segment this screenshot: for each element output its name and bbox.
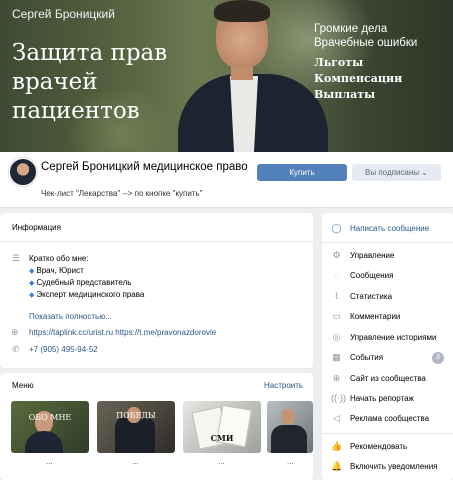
text-lines-icon: ☰ — [12, 253, 21, 263]
info-heading: Информация — [12, 223, 61, 232]
sidebar-item-ads[interactable]: ◁ Реклама сообщества — [322, 411, 453, 427]
cover-right-serif: Выплаты — [314, 88, 376, 101]
message-bubble-icon: ◯ — [331, 223, 342, 233]
sidebar-item-comments[interactable]: ▭ Комментарии — [322, 309, 453, 325]
about-item: ◆ Эксперт медицинского права — [29, 290, 145, 299]
sidebar-item-messages[interactable]: ◌ Сообщения — [322, 268, 453, 284]
phone-link[interactable]: +7 (905) 495-94-52 — [29, 345, 98, 354]
divider — [322, 242, 453, 243]
diamond-icon: ◆ — [29, 292, 35, 299]
status-text[interactable]: Чек-лист "Лекарства" --> по кнопке "купи… — [41, 189, 203, 198]
megaphone-icon: ◁ — [333, 413, 340, 423]
write-message-button[interactable]: ◯ Написать сообщение — [322, 221, 453, 237]
show-more-link[interactable]: Показать полностью... — [29, 312, 112, 321]
cover-top-name: Сергей Броницкий — [12, 7, 115, 21]
sidebar-item-manage[interactable]: ⚙ Управление — [322, 248, 453, 264]
cover-right-serif: Компенсации — [314, 72, 403, 85]
menu-item-caption: ... — [46, 457, 53, 466]
diamond-icon: ◆ — [29, 280, 35, 287]
sidebar-item-events[interactable]: ▦ События 3 — [322, 350, 453, 366]
diamond-icon: ◆ — [29, 268, 35, 275]
menu-item-fourth[interactable] — [267, 401, 313, 453]
divider — [0, 241, 313, 242]
comments-icon: ▭ — [332, 311, 341, 321]
menu-item-about[interactable]: ОБО МНЕ — [11, 401, 89, 453]
notifications-button[interactable]: 🔔 Включить уведомления — [322, 459, 453, 475]
sidebar-item-site[interactable]: ⊕ Сайт из сообщества — [322, 371, 453, 387]
broadcast-icon: ((·)) — [331, 393, 346, 403]
sidebar-item-broadcast[interactable]: ((·)) Начать репортаж — [322, 391, 453, 407]
cover-title-line: Защита прав — [12, 40, 168, 66]
avatar[interactable] — [9, 158, 37, 186]
stats-icon: ⌇ — [334, 291, 339, 301]
divider — [322, 433, 453, 434]
cover-right-line: Врачебные ошибки — [314, 37, 418, 49]
sidebar-item-stats[interactable]: ⌇ Статистика — [322, 289, 453, 305]
chat-icon: ◌ — [333, 270, 340, 280]
stories-icon: ◎ — [332, 332, 341, 342]
profile-header: Сергей Броницкий медицинское право Чек-л… — [0, 152, 453, 208]
page-title: Сергей Броницкий медицинское право — [41, 161, 248, 173]
info-card: Информация ☰ Кратко обо мне: ◆ Врач, Юрис… — [0, 213, 313, 368]
about-intro: Кратко обо мне: — [29, 254, 89, 263]
phone-icon: ✆ — [12, 344, 20, 354]
menu-item-caption: ... — [218, 457, 225, 466]
cover-image: Сергей Броницкий Защита прав врачей паци… — [0, 0, 453, 152]
menu-item-caption: ... — [287, 457, 294, 466]
globe-icon: ⊕ — [11, 327, 19, 337]
menu-item-media[interactable]: СМИ — [183, 401, 261, 453]
bell-icon: 🔔 — [331, 461, 343, 471]
cover-right-line: Громкие дела — [314, 23, 388, 35]
events-icon: ▦ — [332, 352, 341, 362]
menu-item-caption: ... — [132, 457, 139, 466]
community-sidebar: ◯ Написать сообщение ⚙ Управление ◌ Сооб… — [322, 213, 453, 480]
sidebar-item-stories[interactable]: ◎ Управление историями — [322, 330, 453, 346]
globe-icon: ⊕ — [332, 373, 341, 383]
menu-item-label: ОБО МНЕ — [28, 413, 72, 422]
cover-title-line: врачей — [12, 69, 98, 95]
menu-card: Меню Настроить ОБО МНЕ ... ПОБЕДЫ ... СМ… — [0, 373, 313, 480]
cover-title-line: пациентов — [12, 98, 140, 124]
menu-item-wins[interactable]: ПОБЕДЫ — [97, 401, 175, 453]
cover-right-serif: Льготы — [314, 56, 364, 69]
website-links[interactable]: https://taplink.cc/urist.ru https://t.me… — [29, 328, 216, 337]
menu-item-label: СМИ — [210, 433, 234, 443]
menu-item-label: ПОБЕДЫ — [116, 411, 156, 420]
recommend-button[interactable]: 👍 Рекомендовать — [322, 439, 453, 455]
menu-setup-link[interactable]: Настроить — [264, 381, 303, 390]
menu-heading: Меню — [12, 381, 34, 390]
thumbs-up-icon: 👍 — [331, 441, 343, 451]
buy-button[interactable]: Купить — [257, 164, 347, 181]
subscribed-button[interactable]: Вы подписаны ⌄ — [352, 164, 441, 181]
events-count-badge: 3 — [432, 352, 444, 364]
gear-icon: ⚙ — [332, 250, 341, 260]
